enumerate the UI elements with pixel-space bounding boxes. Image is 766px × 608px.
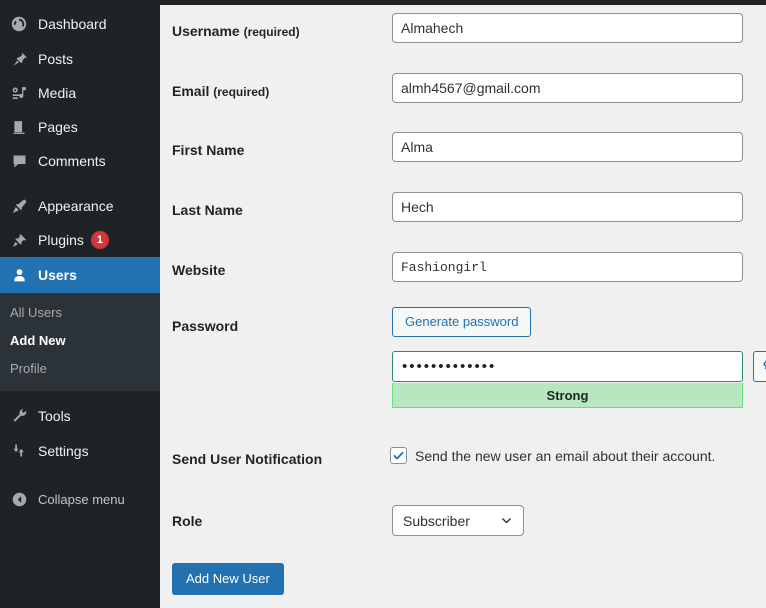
sidebar-separator-1: [0, 178, 160, 189]
sidebar-item-label: Media: [38, 86, 76, 100]
eye-hide-icon: [762, 356, 766, 377]
website-input[interactable]: [392, 252, 743, 282]
generate-password-button[interactable]: Generate password: [392, 307, 531, 337]
send-notification-checkbox-text: Send the new user an email about their a…: [415, 448, 715, 464]
collapse-arrow-icon: [9, 489, 29, 509]
sidebar-item-label: Users: [38, 268, 77, 282]
field-row-username: Username (required): [160, 13, 766, 53]
sidebar-item-appearance[interactable]: Appearance: [0, 189, 160, 223]
checkmark-icon: [392, 449, 405, 462]
field-row-password: Password Generate password Strong: [160, 307, 766, 412]
plugins-update-badge: 1: [91, 231, 109, 249]
tools-wrench-icon: [9, 406, 29, 426]
send-notification-label: Send User Notification: [172, 449, 322, 469]
field-row-email: Email (required): [160, 73, 766, 113]
sidebar-item-dashboard[interactable]: Dashboard: [0, 6, 160, 42]
sidebar-item-settings[interactable]: Settings: [0, 433, 160, 468]
sidebar-item-comments[interactable]: Comments: [0, 144, 160, 178]
pin-icon: [9, 49, 29, 69]
field-row-last-name: Last Name: [160, 192, 766, 232]
chevron-down-icon: [500, 514, 513, 527]
username-label: Username (required): [172, 21, 300, 42]
website-label: Website: [172, 260, 225, 280]
role-label: Role: [172, 511, 202, 531]
sidebar-item-media[interactable]: Media: [0, 76, 160, 110]
send-notification-control: Send the new user an email about their a…: [390, 447, 715, 464]
plugins-plug-icon: [9, 230, 29, 250]
password-label: Password: [172, 316, 238, 336]
sidebar-item-pages[interactable]: Pages: [0, 110, 160, 144]
role-selected-value: Subscriber: [403, 513, 470, 529]
media-icon: [9, 83, 29, 103]
sidebar-item-posts[interactable]: Posts: [0, 42, 160, 76]
sidebar-subitem-profile[interactable]: Profile: [0, 355, 160, 383]
add-new-user-form: Username (required) Email (required) Fir…: [160, 5, 766, 608]
sidebar-subitem-add-new[interactable]: Add New: [0, 327, 160, 355]
sidebar-item-label: Plugins: [38, 233, 84, 247]
field-row-first-name: First Name: [160, 132, 766, 172]
users-submenu: All Users Add New Profile: [0, 293, 160, 391]
username-input[interactable]: [392, 13, 743, 43]
send-notification-checkbox[interactable]: [390, 447, 407, 464]
field-row-website: Website: [160, 252, 766, 292]
collapse-menu-button[interactable]: Collapse menu: [0, 478, 160, 520]
admin-sidebar: Dashboard Posts Media: [0, 0, 160, 608]
sidebar-item-users[interactable]: Users: [0, 257, 160, 293]
sidebar-item-label: Posts: [38, 52, 73, 66]
add-new-user-button[interactable]: Add New User: [172, 563, 284, 595]
sidebar-item-label: Comments: [38, 154, 106, 168]
username-label-text: Username: [172, 23, 240, 39]
dashboard-icon: [9, 14, 29, 34]
sidebar-item-label: Tools: [38, 409, 71, 423]
users-icon: [9, 265, 29, 285]
last-name-input[interactable]: [392, 192, 743, 222]
sidebar-item-label: Pages: [38, 120, 78, 134]
first-name-label: First Name: [172, 140, 244, 160]
pages-icon: [9, 117, 29, 137]
toggle-password-visibility-button[interactable]: [753, 351, 766, 382]
sidebar-item-label: Dashboard: [38, 17, 107, 31]
email-label: Email (required): [172, 81, 269, 102]
sidebar-item-tools[interactable]: Tools: [0, 398, 160, 433]
password-strength-indicator: Strong: [392, 383, 743, 408]
last-name-label: Last Name: [172, 200, 243, 220]
username-required-hint: (required): [244, 25, 300, 39]
field-row-role: Role Subscriber: [160, 505, 766, 540]
sidebar-item-label: Settings: [38, 444, 89, 458]
sidebar-item-plugins[interactable]: Plugins 1: [0, 223, 160, 257]
comments-icon: [9, 151, 29, 171]
first-name-input[interactable]: [392, 132, 743, 162]
field-row-send-notification: Send User Notification Send the new user…: [160, 445, 766, 475]
email-input[interactable]: [392, 73, 743, 103]
email-label-text: Email: [172, 83, 209, 99]
settings-sliders-icon: [9, 441, 29, 461]
sidebar-item-label: Appearance: [38, 199, 114, 213]
password-input[interactable]: [392, 351, 743, 382]
email-required-hint: (required): [213, 85, 269, 99]
collapse-menu-label: Collapse menu: [38, 492, 125, 507]
wordpress-admin-screen: Dashboard Posts Media: [0, 0, 766, 608]
role-select[interactable]: Subscriber: [392, 505, 524, 536]
appearance-brush-icon: [9, 196, 29, 216]
sidebar-subitem-all-users[interactable]: All Users: [0, 299, 160, 327]
